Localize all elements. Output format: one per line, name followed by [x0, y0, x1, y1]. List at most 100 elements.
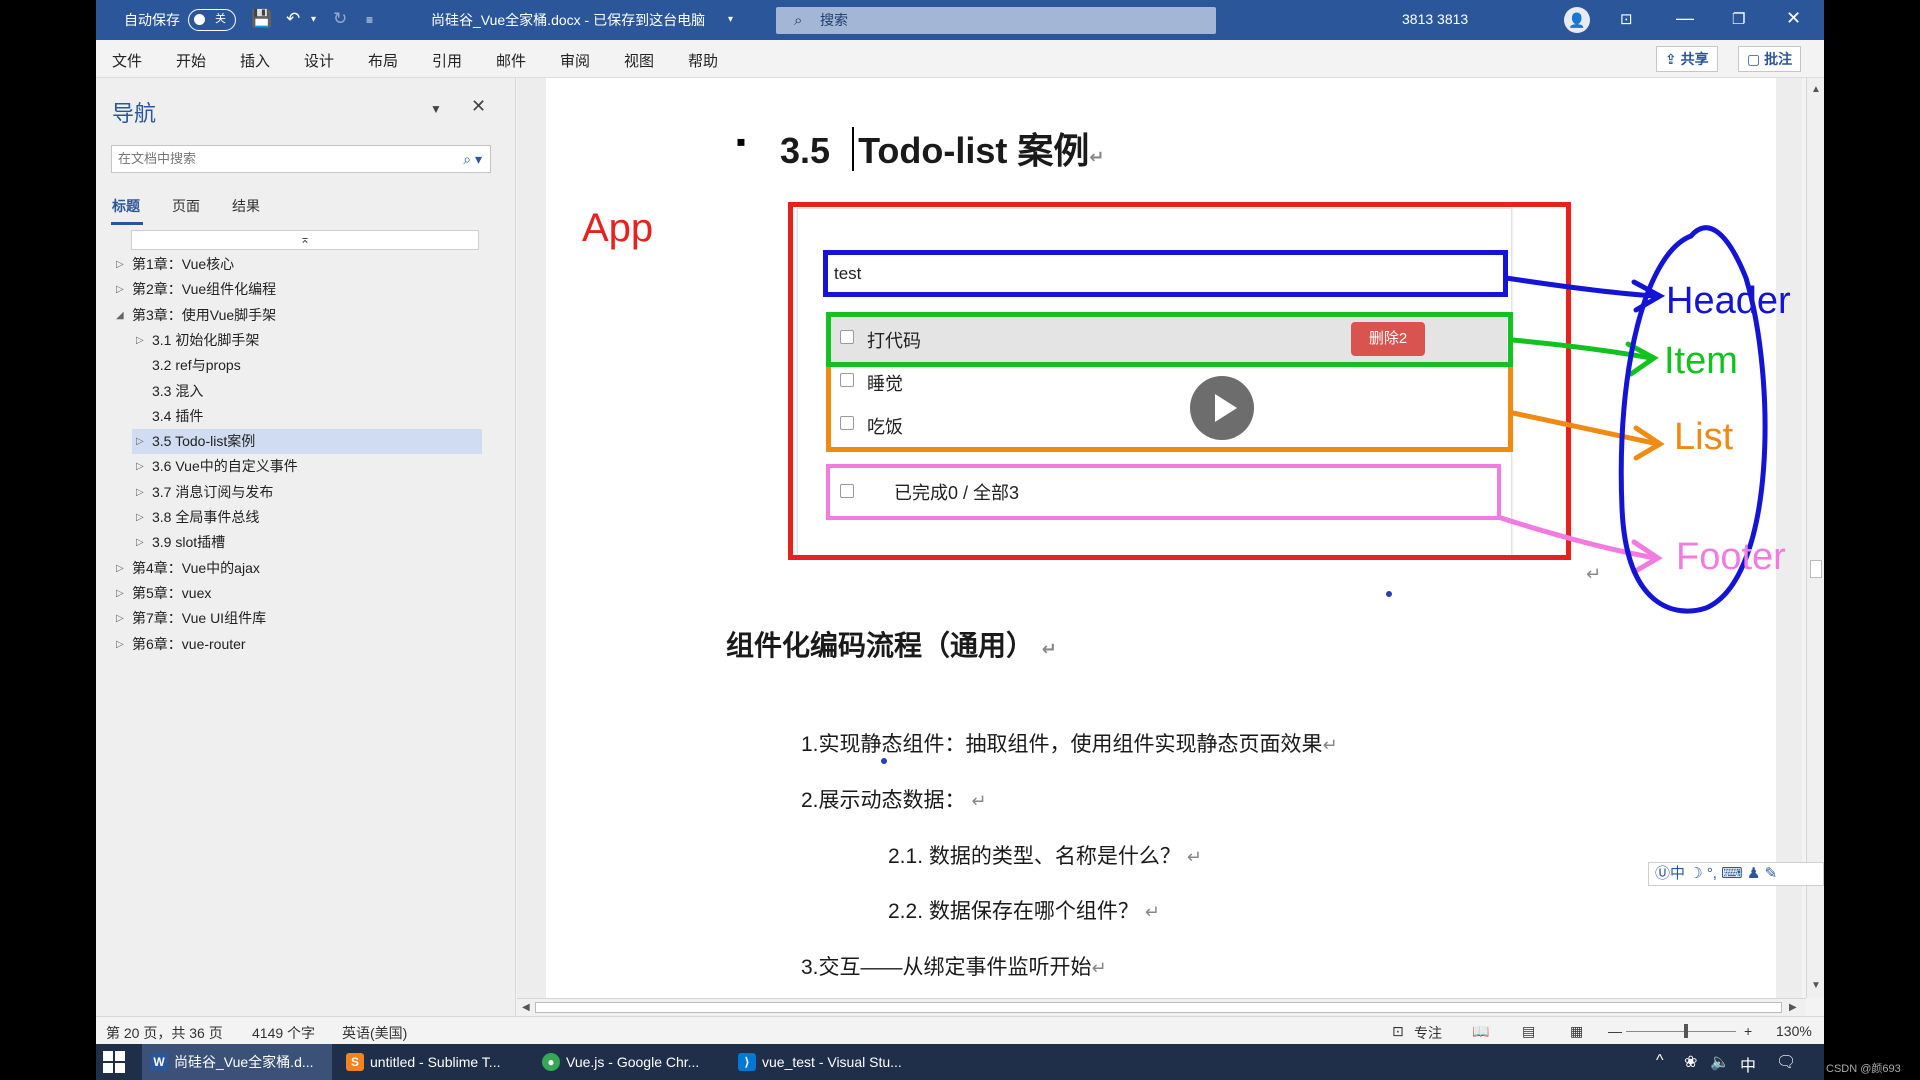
caret-collapsed-icon[interactable]: ▷: [136, 328, 144, 353]
redo-icon[interactable]: ↻: [333, 9, 347, 29]
tab-headings[interactable]: 标题: [112, 196, 140, 216]
nav-heading-item[interactable]: ▷ 3.1 初始化脚手架: [132, 328, 482, 353]
step-3[interactable]: 3.交互——从绑定事件监听开始↵: [801, 951, 1107, 981]
scroll-right-icon[interactable]: ▶: [1789, 1002, 1797, 1013]
autosave-toggle[interactable]: 关: [188, 9, 236, 31]
document-page[interactable]: ▪ 3.5 Todo-list 案例↵ App test 打代码 删除2 睡觉 …: [546, 78, 1791, 998]
tab-results[interactable]: 结果: [232, 196, 260, 216]
nav-heading-item[interactable]: ▷ 3.8 全局事件总线: [132, 505, 482, 530]
chevron-down-icon[interactable]: ▼: [430, 102, 442, 116]
undo-dropdown-icon[interactable]: ▾: [311, 14, 316, 25]
step-2-2[interactable]: 2.2. 数据保存在哪个组件？ ↵: [888, 895, 1160, 925]
nav-search-input[interactable]: 在文档中搜索 ⌕ ▾: [111, 145, 491, 173]
tab-help[interactable]: 帮助: [688, 50, 718, 71]
user-name[interactable]: 3813 3813: [1402, 11, 1468, 27]
save-icon[interactable]: 💾: [251, 9, 272, 29]
page-count[interactable]: 第 20 页，共 36 页: [106, 1023, 223, 1043]
tray-app-icon[interactable]: ❀: [1684, 1052, 1697, 1072]
nav-heading-item[interactable]: 3.4 插件: [132, 404, 482, 429]
undo-icon[interactable]: ↶: [286, 9, 300, 29]
section-title[interactable]: 组件化编码流程（通用） ↵: [726, 624, 1057, 664]
zoom-slider[interactable]: [1626, 1031, 1736, 1032]
taskbar-chrome[interactable]: ● Vue.js - Google Chr...: [534, 1044, 724, 1080]
focus-icon[interactable]: ⊡: [1392, 1023, 1404, 1040]
caret-collapsed-icon[interactable]: ▷: [116, 556, 124, 581]
minimize-icon[interactable]: —: [1676, 8, 1694, 29]
taskbar-sublime[interactable]: Suntitled - Sublime T...: [338, 1044, 528, 1080]
tab-mailings[interactable]: 邮件: [496, 50, 526, 71]
tab-view[interactable]: 视图: [624, 50, 654, 71]
search-box[interactable]: ⌕ 搜索: [776, 7, 1216, 34]
close-icon[interactable]: ✕: [471, 96, 486, 117]
nav-heading-item[interactable]: ▷ 第6章：vue-router: [112, 632, 482, 657]
share-button[interactable]: ⇪ 共享: [1656, 46, 1718, 72]
horizontal-scrollbar[interactable]: ◀ ▶: [517, 998, 1806, 1016]
caret-collapsed-icon[interactable]: ▷: [116, 252, 124, 277]
windows-start-icon[interactable]: [102, 1050, 126, 1074]
nav-heading-item[interactable]: ◢ 第3章：使用Vue脚手架: [112, 303, 482, 328]
tab-file[interactable]: 文件: [112, 50, 142, 71]
volume-icon[interactable]: 🔈: [1710, 1052, 1730, 1072]
tab-home[interactable]: 开始: [176, 50, 206, 71]
notification-icon[interactable]: 🗨: [1776, 1052, 1796, 1072]
scroll-thumb[interactable]: [535, 1002, 1782, 1013]
step-1[interactable]: 1.实现静态组件：抽取组件，使用组件实现静态页面效果↵: [801, 728, 1338, 758]
tab-review[interactable]: 审阅: [560, 50, 590, 71]
tray-ime[interactable]: 中: [1740, 1052, 1756, 1076]
taskbar-vscode[interactable]: ⟩ vue_test - Visual Stu...: [730, 1044, 920, 1080]
tab-layout[interactable]: 布局: [368, 50, 398, 71]
scroll-thumb[interactable]: [1810, 560, 1822, 578]
nav-heading-item[interactable]: 3.2 ref与props: [132, 353, 482, 378]
nav-heading-item[interactable]: ▷ 3.9 slot插槽: [132, 530, 482, 555]
tray-chevron-icon[interactable]: ^: [1656, 1052, 1664, 1070]
caret-expanded-icon[interactable]: ◢: [116, 303, 124, 328]
tab-design[interactable]: 设计: [304, 50, 334, 71]
scroll-left-icon[interactable]: ◀: [522, 1002, 530, 1013]
step-2[interactable]: 2.展示动态数据： ↵: [801, 784, 986, 814]
zoom-out-icon[interactable]: —: [1608, 1023, 1622, 1039]
zoom-slider-thumb[interactable]: [1684, 1024, 1688, 1038]
caret-collapsed-icon[interactable]: ▷: [136, 505, 144, 530]
caret-collapsed-icon[interactable]: ▷: [116, 277, 124, 302]
customize-qat-icon[interactable]: ≡: [366, 13, 373, 27]
nav-heading-item[interactable]: ▷ 3.6 Vue中的自定义事件: [132, 454, 482, 479]
search-icon[interactable]: ⌕ ▾: [463, 146, 482, 172]
vertical-scrollbar[interactable]: ▲ ▼: [1806, 78, 1824, 998]
word-count[interactable]: 4149 个字: [252, 1023, 315, 1043]
close-icon[interactable]: ✕: [1786, 8, 1801, 29]
nav-heading-item[interactable]: ▷ 第4章：Vue中的ajax: [112, 556, 482, 581]
step-2-1[interactable]: 2.1. 数据的类型、名称是什么？ ↵: [888, 840, 1202, 870]
nav-heading-item[interactable]: 3.3 混入: [132, 379, 482, 404]
nav-heading-item[interactable]: ▷ 3.5 Todo-list案例: [132, 429, 482, 455]
read-mode-icon[interactable]: 📖: [1472, 1023, 1489, 1040]
taskbar-word[interactable]: W 尚硅谷_Vue全家桶.d...: [142, 1044, 332, 1080]
nav-heading-item[interactable]: ▷ 第7章：Vue UI组件库: [112, 606, 482, 631]
caret-collapsed-icon[interactable]: ▷: [136, 429, 144, 454]
comment-button[interactable]: ▢ 批注: [1738, 46, 1802, 72]
scroll-down-icon[interactable]: ▼: [1811, 980, 1821, 991]
nav-heading-item[interactable]: ▷ 3.7 消息订阅与发布: [132, 480, 482, 505]
language[interactable]: 英语(美国): [342, 1023, 407, 1043]
web-layout-icon[interactable]: ▦: [1570, 1023, 1583, 1040]
ime-toolbar[interactable]: Ⓤ中 ☽ °, ⌨ ♟ ✎: [1648, 862, 1824, 886]
avatar[interactable]: 👤: [1564, 7, 1590, 33]
collapse-heading-bar[interactable]: ⌅: [131, 230, 479, 250]
document-title[interactable]: 尚硅谷_Vue全家桶.docx - 已保存到这台电脑: [431, 10, 705, 30]
tab-references[interactable]: 引用: [432, 50, 462, 71]
scroll-up-icon[interactable]: ▲: [1811, 84, 1821, 95]
nav-heading-item[interactable]: ▷ 第1章：Vue核心: [112, 252, 482, 277]
caret-collapsed-icon[interactable]: ▷: [136, 454, 144, 479]
zoom-in-icon[interactable]: +: [1744, 1023, 1752, 1039]
restore-icon[interactable]: ❐: [1732, 10, 1745, 28]
caret-collapsed-icon[interactable]: ▷: [136, 480, 144, 505]
ribbon-display-icon[interactable]: ⊡: [1620, 10, 1633, 28]
tab-pages[interactable]: 页面: [172, 196, 200, 216]
caret-collapsed-icon[interactable]: ▷: [116, 632, 124, 657]
zoom-level[interactable]: 130%: [1776, 1023, 1812, 1039]
caret-collapsed-icon[interactable]: ▷: [116, 606, 124, 631]
tab-insert[interactable]: 插入: [240, 50, 270, 71]
nav-heading-item[interactable]: ▷ 第5章：vuex: [112, 581, 482, 606]
document-area[interactable]: ▪ 3.5 Todo-list 案例↵ App test 打代码 删除2 睡觉 …: [517, 78, 1802, 998]
chevron-down-icon[interactable]: ▾: [728, 14, 733, 25]
caret-collapsed-icon[interactable]: ▷: [136, 530, 144, 555]
